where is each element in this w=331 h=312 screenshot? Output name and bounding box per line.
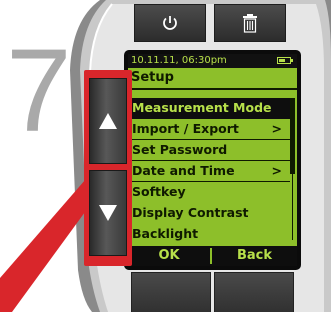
title-divider bbox=[128, 88, 297, 90]
nav-down-button[interactable] bbox=[89, 170, 127, 256]
lcd-screen: 10.11.11, 06:30pm Setup Measurement Mode… bbox=[128, 54, 297, 266]
menu-item-label: Softkey bbox=[132, 184, 186, 199]
menu-item-backlight[interactable]: Backlight bbox=[128, 224, 290, 245]
menu-item-label: Measurement Mode bbox=[132, 100, 272, 115]
menu-item-label: Date and Time bbox=[132, 163, 235, 178]
menu-item-measurement-mode[interactable]: Measurement Mode bbox=[128, 98, 290, 119]
softkey-back[interactable]: Back bbox=[212, 246, 297, 266]
delete-button[interactable] bbox=[214, 4, 286, 42]
chevron-right-icon: > bbox=[271, 163, 282, 178]
chevron-right-icon: > bbox=[271, 121, 282, 136]
power-icon bbox=[163, 16, 177, 30]
status-bar: 10.11.11, 06:30pm bbox=[128, 54, 297, 68]
navigation-keys-highlight bbox=[84, 70, 132, 266]
menu-item-label: Import / Export bbox=[132, 121, 239, 136]
instruction-figure: 7 10.11.11, 06:30pm Setup Measurement Mo… bbox=[0, 0, 331, 312]
menu-item-softkey[interactable]: Softkey bbox=[128, 182, 290, 203]
menu-list: Measurement Mode Import / Export > Set P… bbox=[128, 98, 290, 245]
left-softkey-button[interactable] bbox=[131, 272, 211, 312]
menu-scrollbar[interactable] bbox=[290, 98, 295, 240]
menu-item-label: Set Password bbox=[132, 142, 228, 157]
arrow-down-icon bbox=[99, 205, 117, 221]
menu-title: Setup bbox=[131, 70, 174, 85]
nav-up-button[interactable] bbox=[89, 78, 127, 164]
arrow-up-icon bbox=[99, 113, 117, 129]
trash-icon bbox=[243, 14, 257, 33]
menu-item-label: Backlight bbox=[132, 226, 199, 241]
menu-item-display-contrast[interactable]: Display Contrast bbox=[128, 203, 290, 224]
scrollbar-thumb[interactable] bbox=[290, 98, 295, 174]
menu-item-import-export[interactable]: Import / Export > bbox=[128, 119, 290, 140]
softkey-bar: OK Back bbox=[128, 246, 297, 266]
menu-item-label: Display Contrast bbox=[132, 205, 249, 220]
menu-item-date-and-time[interactable]: Date and Time > bbox=[128, 161, 290, 182]
menu-item-set-password[interactable]: Set Password bbox=[128, 140, 290, 161]
right-softkey-button[interactable] bbox=[214, 272, 294, 312]
battery-icon bbox=[277, 57, 293, 64]
softkey-ok[interactable]: OK bbox=[128, 246, 210, 266]
datetime-label: 10.11.11, 06:30pm bbox=[131, 55, 227, 66]
power-button[interactable] bbox=[134, 4, 206, 42]
